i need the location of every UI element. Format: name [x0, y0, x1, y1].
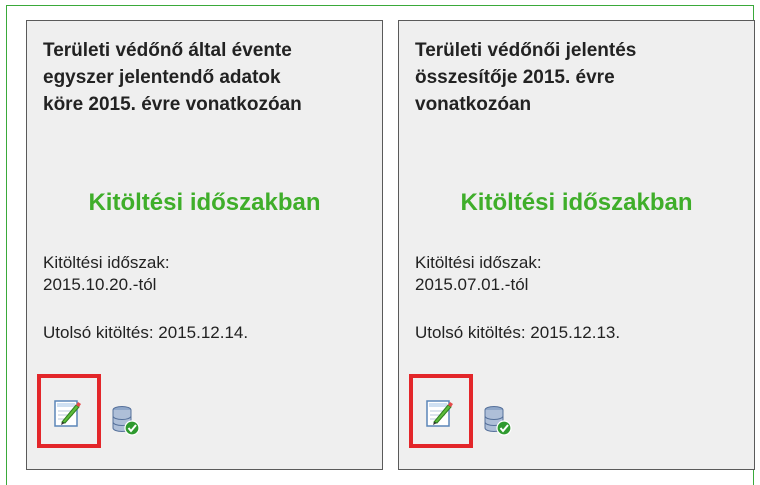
last-fill-info: Utolsó kitöltés: 2015.12.13.: [415, 323, 620, 343]
report-card: Területi védőnői jelentés összesítője 20…: [398, 20, 755, 470]
database-check-icon[interactable]: [483, 404, 513, 436]
status-label: Kitöltési időszakban: [88, 189, 321, 216]
last-fill-value: 2015.12.14.: [158, 323, 249, 342]
edit-button[interactable]: [37, 374, 101, 448]
card-title: Területi védőnő által évente egyszer jel…: [43, 40, 302, 115]
edit-button[interactable]: [409, 374, 473, 448]
report-card: Területi védőnő által évente egyszer jel…: [26, 20, 383, 470]
edit-document-icon: [54, 400, 81, 427]
edit-document-icon: [426, 400, 453, 427]
last-fill-label: Utolsó kitöltés:: [43, 323, 154, 342]
database-check-icon[interactable]: [111, 404, 141, 436]
last-fill-value: 2015.12.13.: [530, 323, 621, 342]
period-value: 2015.07.01.-tól: [415, 275, 529, 294]
status-label: Kitöltési időszakban: [460, 189, 693, 216]
last-fill-info: Utolsó kitöltés: 2015.12.14.: [43, 323, 248, 343]
period-value: 2015.10.20.-tól: [43, 275, 157, 294]
period-label: Kitöltési időszak:: [43, 253, 170, 272]
card-title: Területi védőnői jelentés összesítője 20…: [415, 40, 637, 115]
period-label: Kitöltési időszak:: [415, 253, 542, 272]
last-fill-label: Utolsó kitöltés:: [415, 323, 526, 342]
